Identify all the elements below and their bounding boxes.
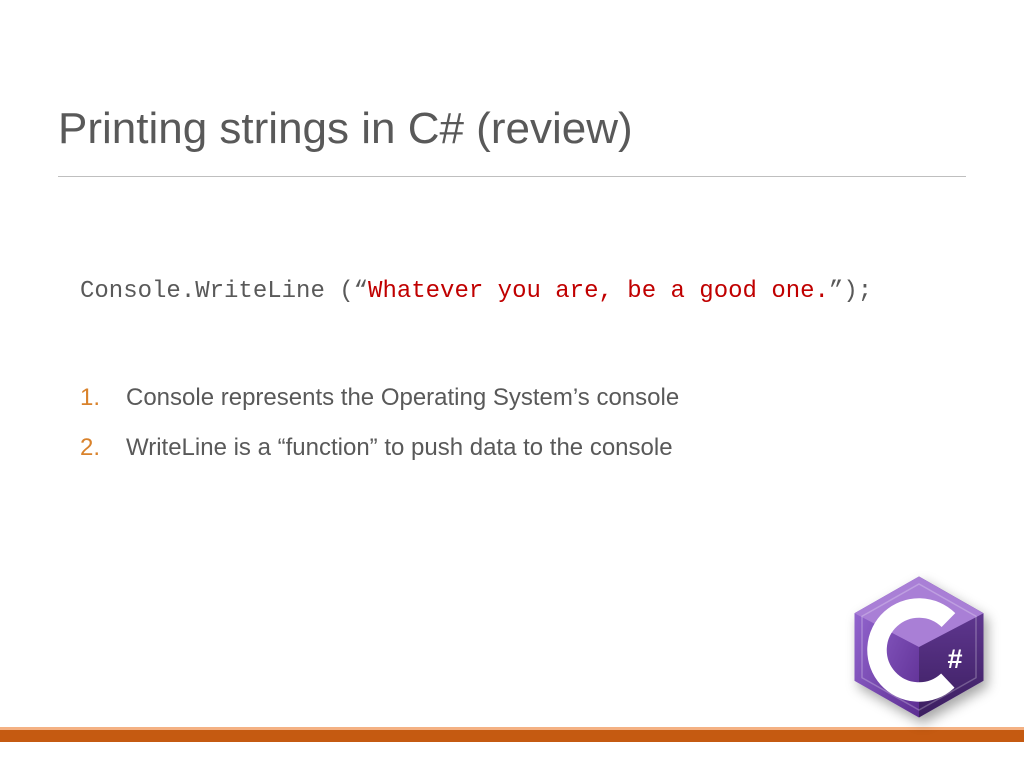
title-underline bbox=[58, 176, 966, 177]
logo-hash: # bbox=[948, 644, 963, 674]
slide-title: Printing strings in C# (review) bbox=[58, 104, 633, 154]
bullet-list: Console represents the Operating System’… bbox=[80, 384, 679, 484]
footer-accent-bar bbox=[0, 730, 1024, 742]
code-string-literal: Whatever you are, be a good one. bbox=[368, 278, 829, 305]
csharp-logo-icon: # bbox=[844, 572, 994, 722]
code-suffix: ”); bbox=[829, 278, 872, 305]
code-example: Console.WriteLine (“Whatever you are, be… bbox=[80, 278, 872, 305]
list-item: Console represents the Operating System’… bbox=[80, 384, 679, 412]
code-prefix: Console.WriteLine (“ bbox=[80, 278, 368, 305]
list-item: WriteLine is a “function” to push data t… bbox=[80, 434, 679, 462]
slide: Printing strings in C# (review) Console.… bbox=[0, 0, 1024, 768]
